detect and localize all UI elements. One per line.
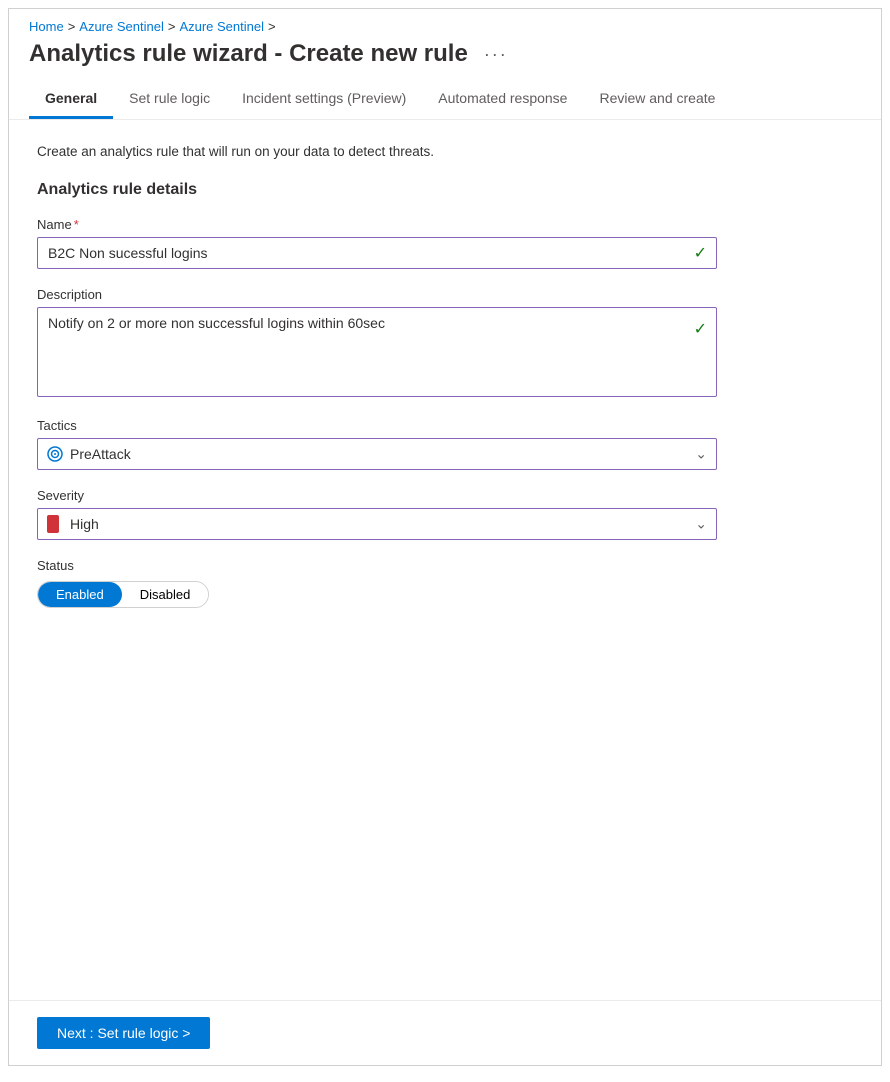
breadcrumb-sentinel1[interactable]: Azure Sentinel [79,19,164,34]
tab-review-create[interactable]: Review and create [583,80,731,119]
tabs-bar: General Set rule logic Incident settings… [9,80,881,120]
tab-incident-settings[interactable]: Incident settings (Preview) [226,80,422,119]
section-title: Analytics rule details [37,181,853,199]
tactics-field-group: Tactics PreAttack InitialAccess Executio… [37,418,853,470]
breadcrumb-home[interactable]: Home [29,19,64,34]
severity-label: Severity [37,488,853,503]
name-input[interactable] [37,237,717,269]
tab-general[interactable]: General [29,80,113,119]
page-header: Analytics rule wizard - Create new rule … [9,40,881,80]
status-toggle-group: Enabled Disabled [37,581,209,608]
breadcrumb: Home > Azure Sentinel > Azure Sentinel > [9,9,881,40]
description-textarea-wrapper: Notify on 2 or more non successful login… [37,307,717,400]
status-label: Status [37,558,853,573]
ellipsis-menu-button[interactable]: ··· [478,42,514,67]
name-label: Name* [37,217,853,232]
name-input-wrapper: ✓ [37,237,717,269]
tactics-select-wrapper: PreAttack InitialAccess Execution Persis… [37,438,717,470]
name-field-group: Name* ✓ [37,217,853,269]
next-button[interactable]: Next : Set rule logic > [37,1017,210,1049]
tab-set-rule-logic[interactable]: Set rule logic [113,80,226,119]
required-star: * [74,217,79,232]
description-valid-icon: ✓ [694,319,707,339]
page-title: Analytics rule wizard - Create new rule [29,40,468,68]
footer-bar: Next : Set rule logic > [9,1000,881,1065]
breadcrumb-sep-3: > [268,19,276,34]
severity-select-wrapper: Informational Low Medium High ⌄ [37,508,717,540]
breadcrumb-sep-1: > [68,19,76,34]
description-label: Description [37,287,853,302]
tactics-select[interactable]: PreAttack InitialAccess Execution Persis… [37,438,717,470]
severity-select[interactable]: Informational Low Medium High [37,508,717,540]
name-valid-icon: ✓ [694,243,707,263]
subtitle-text: Create an analytics rule that will run o… [37,144,853,159]
severity-field-group: Severity Informational Low Medium High ⌄ [37,488,853,540]
tactics-label: Tactics [37,418,853,433]
status-enabled-button[interactable]: Enabled [38,582,122,607]
description-field-group: Description Notify on 2 or more non succ… [37,287,853,400]
main-content: Create an analytics rule that will run o… [9,120,881,1000]
tab-automated-response[interactable]: Automated response [422,80,583,119]
status-disabled-button[interactable]: Disabled [122,582,209,607]
description-textarea[interactable]: Notify on 2 or more non successful login… [37,307,717,397]
breadcrumb-sep-2: > [168,19,176,34]
status-field-group: Status Enabled Disabled [37,558,853,608]
breadcrumb-sentinel2[interactable]: Azure Sentinel [179,19,264,34]
